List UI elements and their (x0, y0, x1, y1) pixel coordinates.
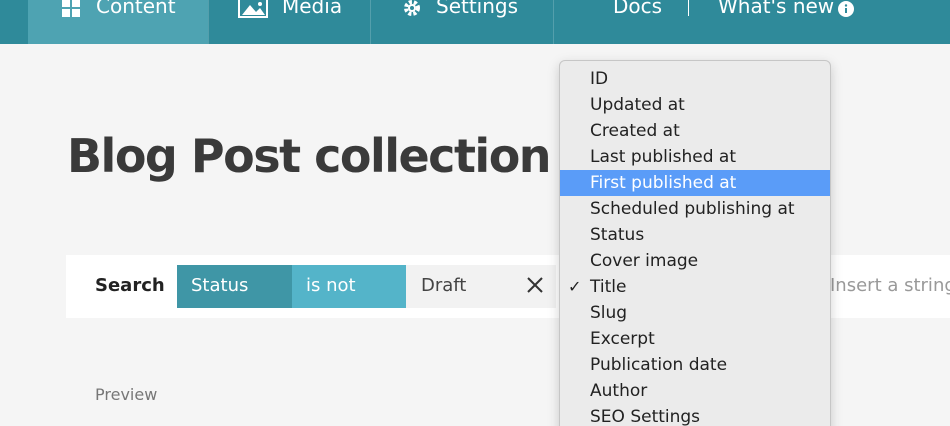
top-nav: Content Media Settings Docs What's new (0, 0, 950, 44)
nav-divider (553, 0, 554, 44)
dropdown-item-label: First published at (590, 173, 737, 193)
close-icon[interactable] (524, 274, 546, 296)
whats-new-label: What's new (718, 0, 835, 18)
dropdown-item-label: Author (590, 381, 648, 401)
dropdown-item[interactable]: Last published at (560, 144, 830, 170)
dropdown-item-label: Scheduled publishing at (590, 199, 795, 219)
info-icon (838, 0, 855, 17)
search-label: Search (95, 275, 165, 296)
image-icon (238, 0, 268, 18)
dropdown-item[interactable]: Cover image (560, 248, 830, 274)
nav-item-content[interactable]: Content (62, 0, 176, 44)
nav-item-label: Content (96, 0, 176, 18)
nav-item-label: Settings (436, 0, 519, 18)
dropdown-item-label: Status (590, 225, 645, 245)
dropdown-item[interactable]: Scheduled publishing at (560, 196, 830, 222)
gear-icon (402, 0, 422, 16)
docs-link[interactable]: Docs (613, 0, 662, 44)
dropdown-item-checked[interactable]: ✓ Title (560, 274, 830, 300)
dropdown-item[interactable]: Created at (560, 118, 830, 144)
dropdown-item[interactable]: Author (560, 378, 830, 404)
dropdown-item[interactable]: Publication date (560, 352, 830, 378)
dropdown-item[interactable]: Updated at (560, 92, 830, 118)
checkmark-icon: ✓ (568, 277, 582, 296)
dropdown-item[interactable]: ID (560, 66, 830, 92)
dropdown-item[interactable]: SEO Settings (560, 404, 830, 426)
dropdown-item-label: SEO Settings (590, 407, 701, 426)
dropdown-item-label: Cover image (590, 251, 699, 271)
dropdown-item[interactable]: Excerpt (560, 326, 830, 352)
nav-item-media[interactable]: Media (238, 0, 342, 44)
nav-divider (370, 0, 371, 44)
nav-item-label: Media (282, 0, 343, 18)
field-dropdown-menu: ID Updated at Created at Last published … (559, 60, 831, 426)
dropdown-item[interactable]: Status (560, 222, 830, 248)
dropdown-list: ID Updated at Created at Last published … (560, 66, 830, 426)
dropdown-item-label: Publication date (590, 355, 728, 375)
dropdown-item-label: Created at (590, 121, 680, 141)
dropdown-item-label: ID (590, 69, 609, 89)
dropdown-item-label: Excerpt (590, 329, 655, 349)
nav-item-settings[interactable]: Settings (402, 0, 518, 44)
content-icon (62, 0, 82, 17)
page-title: Blog Post collection (67, 129, 552, 183)
nav-divider (688, 0, 689, 16)
dropdown-item-label: Last published at (590, 147, 736, 167)
search-input[interactable] (830, 275, 950, 296)
dropdown-item-highlighted[interactable]: First published at (560, 170, 830, 196)
preview-label: Preview (95, 385, 158, 404)
whats-new-link[interactable]: What's new (718, 0, 855, 44)
nav-divider (208, 0, 209, 44)
dropdown-item[interactable]: Slug (560, 300, 830, 326)
dropdown-item-label: Updated at (590, 95, 685, 115)
filter-field-chip[interactable]: Status (177, 265, 292, 308)
filter-operator-chip[interactable]: is not (292, 265, 406, 308)
dropdown-item-label: Slug (590, 303, 628, 323)
docs-label: Docs (613, 0, 663, 18)
dropdown-item-label: Title (590, 277, 627, 297)
